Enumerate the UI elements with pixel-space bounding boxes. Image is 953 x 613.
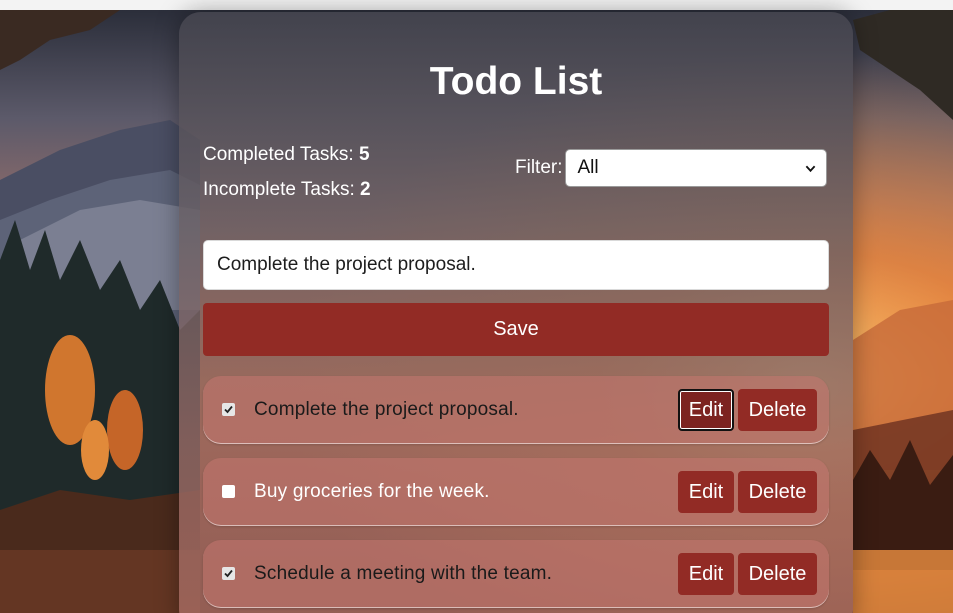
task-text: Buy groceries for the week.	[254, 481, 490, 502]
incomplete-stat: Incomplete Tasks: 2	[203, 177, 371, 212]
delete-button[interactable]: Delete	[738, 389, 817, 431]
edit-button[interactable]: Edit	[678, 471, 734, 513]
task-checkbox[interactable]	[222, 403, 235, 416]
filter-selected-value: All	[577, 157, 599, 178]
task-text: Schedule a meeting with the team.	[254, 563, 553, 584]
filter-select[interactable]: All	[564, 149, 827, 187]
completed-count: 5	[358, 144, 370, 165]
task-item: Buy groceries for the week. Edit Delete	[203, 458, 829, 526]
checkmark-icon	[224, 569, 233, 578]
delete-button[interactable]: Delete	[738, 471, 817, 513]
delete-button[interactable]: Delete	[738, 553, 817, 595]
task-text: Complete the project proposal.	[254, 399, 519, 420]
incomplete-label: Incomplete Tasks:	[203, 179, 355, 200]
filter-control: Filter: All	[515, 148, 827, 188]
task-stats: Completed Tasks: 5 Incomplete Tasks: 2	[203, 142, 371, 212]
chevron-down-icon	[805, 165, 815, 172]
task-item: Complete the project proposal. Edit Dele…	[203, 376, 829, 444]
completed-stat: Completed Tasks: 5	[203, 142, 371, 177]
task-checkbox[interactable]	[222, 485, 235, 498]
filter-label: Filter:	[515, 157, 563, 178]
edit-button[interactable]: Edit	[678, 553, 734, 595]
task-input[interactable]: Complete the project proposal.	[203, 240, 829, 290]
completed-label: Completed Tasks:	[203, 144, 354, 165]
todo-card: Todo List Completed Tasks: 5 Incomplete …	[179, 12, 853, 613]
save-button[interactable]: Save	[203, 303, 829, 356]
task-list: Complete the project proposal. Edit Dele…	[203, 376, 829, 613]
task-checkbox[interactable]	[222, 567, 235, 580]
edit-button[interactable]: Edit	[678, 389, 734, 431]
checkmark-icon	[224, 405, 233, 414]
page-title: Todo List	[429, 60, 603, 103]
task-item: Schedule a meeting with the team. Edit D…	[203, 540, 829, 608]
incomplete-count: 2	[360, 179, 371, 200]
